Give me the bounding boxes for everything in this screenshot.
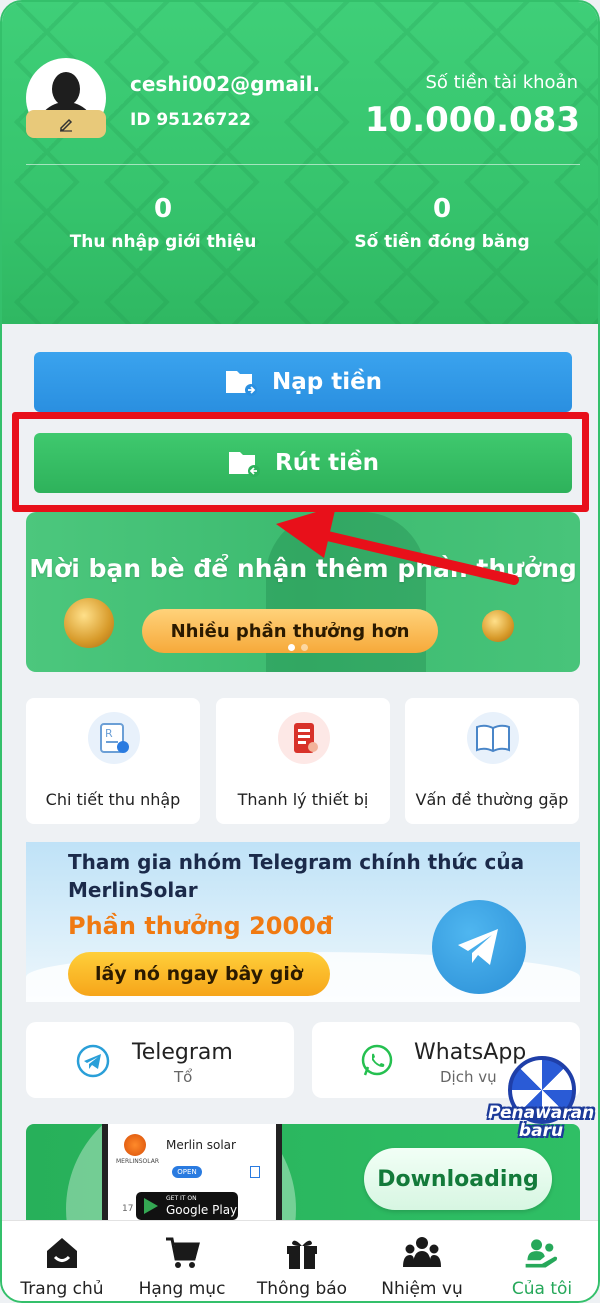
bottom-navigation: Trang chủ Hạng mục Thông báo Nhiệm vụ Củ… [2, 1220, 598, 1301]
faq-label: Vấn đề thường gặp [415, 790, 569, 809]
balance-value: 10.000.083 [364, 100, 580, 140]
telegram-contact-card[interactable]: Telegram Tổ [26, 1022, 294, 1098]
phone-touch-icon [278, 712, 330, 764]
get-it-now-button[interactable]: lấy nó ngay bây giờ [68, 952, 330, 996]
telegram-banner-line1: Tham gia nhóm Telegram chính thức của [68, 850, 525, 874]
telegram-banner-line2: MerlinSolar [68, 878, 198, 902]
whatsapp-icon [360, 1044, 394, 1078]
deposit-button[interactable]: Nạp tiền [34, 352, 572, 412]
avatar-head [52, 72, 80, 106]
brand-small-text: MERLINSOLAR [116, 1158, 160, 1165]
downloading-button[interactable]: Downloading [364, 1148, 552, 1210]
telegram-group-banner[interactable]: Tham gia nhóm Telegram chính thức của Me… [26, 842, 580, 1002]
nav-profile-label: Của tôi [511, 1279, 573, 1299]
share-icon [250, 1166, 260, 1178]
frozen-amount-value: 0 [432, 194, 452, 224]
device-liquidation-card[interactable]: Thanh lý thiết bị [216, 698, 390, 824]
nav-category-label: Hạng mục [138, 1279, 226, 1299]
invite-title: Mời bạn bè để nhận thêm phần thưởng [29, 554, 577, 583]
promo-text: Penawaran baru [488, 1104, 594, 1140]
faq-card[interactable]: Vấn đề thường gặp [405, 698, 579, 824]
book-icon [467, 712, 519, 764]
svg-text:R: R [105, 727, 113, 740]
telegram-icon [432, 900, 526, 994]
user-email: ceshi002@gmail. [130, 72, 321, 96]
get-it-on-text: GET IT ON [166, 1195, 197, 1202]
frozen-amount-label: Số tiền đóng băng [354, 232, 530, 252]
nav-tasks-label: Nhiệm vụ [381, 1279, 463, 1299]
frozen-amount-stat: 0 Số tiền đóng băng [317, 194, 567, 252]
account-header: ceshi002@gmail. ID 95126722 Số tiền tài … [2, 2, 598, 324]
carousel-dot[interactable] [288, 644, 295, 651]
nav-category[interactable]: Hạng mục [122, 1221, 242, 1301]
edit-avatar-button[interactable] [26, 110, 106, 138]
nav-home[interactable]: Trang chủ [2, 1221, 122, 1301]
telegram-contact-sub: Tổ [174, 1068, 193, 1086]
promo-line2: baru [518, 1121, 564, 1141]
play-store-icon [144, 1198, 158, 1214]
open-badge: OPEN [172, 1166, 202, 1178]
referral-income-label: Thu nhập giới thiệu [69, 232, 257, 252]
pencil-icon [60, 118, 73, 132]
nav-profile[interactable]: Của tôi [482, 1221, 598, 1301]
cart-icon [162, 1233, 202, 1273]
nav-home-label: Trang chủ [20, 1279, 104, 1299]
invite-banner[interactable]: Mời bạn bè để nhận thêm phần thưởng Nhiề… [26, 512, 580, 672]
telegram-contact-name: Telegram [132, 1040, 233, 1065]
home-icon [42, 1233, 82, 1273]
folder-upload-icon [225, 371, 257, 396]
coin-icon [482, 610, 514, 642]
team-icon [402, 1233, 442, 1273]
device-liquidation-label: Thanh lý thiết bị [237, 790, 369, 809]
nav-tasks[interactable]: Nhiệm vụ [362, 1221, 482, 1301]
referral-income-value: 0 [153, 194, 173, 224]
income-details-label: Chi tiết thu nhập [45, 790, 181, 809]
phone-mockup: MERLINSOLAR Merlin solar OPEN 17 GET IT … [102, 1124, 282, 1224]
promo-floating-badge[interactable]: Penawaran baru [488, 1056, 594, 1150]
merlin-logo-icon [124, 1134, 146, 1156]
income-details-card[interactable]: R Chi tiết thu nhập [26, 698, 200, 824]
telegram-icon [76, 1044, 110, 1078]
report-icon: R [88, 712, 140, 764]
google-play-text: Google Play [166, 1203, 238, 1217]
telegram-banner-reward: Phần thưởng 2000đ [68, 912, 334, 940]
header-divider [26, 164, 580, 165]
referral-income-stat: 0 Thu nhập giới thiệu [38, 194, 288, 252]
promo-line1: Penawaran [488, 1103, 595, 1123]
nav-notifications[interactable]: Thông báo [242, 1221, 362, 1301]
coin-icon [64, 598, 114, 648]
deposit-label: Nạp tiền [271, 369, 383, 395]
google-play-badge: GET IT ON Google Play [136, 1192, 238, 1220]
phone-number-text: 17 [122, 1204, 134, 1214]
gift-icon [282, 1233, 322, 1273]
app-name: Merlin solar [166, 1138, 236, 1152]
withdraw-highlight-box [12, 412, 589, 512]
app-frame: ceshi002@gmail. ID 95126722 Số tiền tài … [0, 0, 600, 1303]
user-icon [522, 1233, 562, 1273]
carousel-dots [288, 644, 308, 651]
nav-notifications-label: Thông báo [256, 1279, 348, 1299]
solar-panel-background [2, 2, 598, 324]
balance-label: Số tiền tài khoản [425, 72, 578, 93]
user-id: ID 95126722 [130, 110, 251, 130]
carousel-dot[interactable] [301, 644, 308, 651]
